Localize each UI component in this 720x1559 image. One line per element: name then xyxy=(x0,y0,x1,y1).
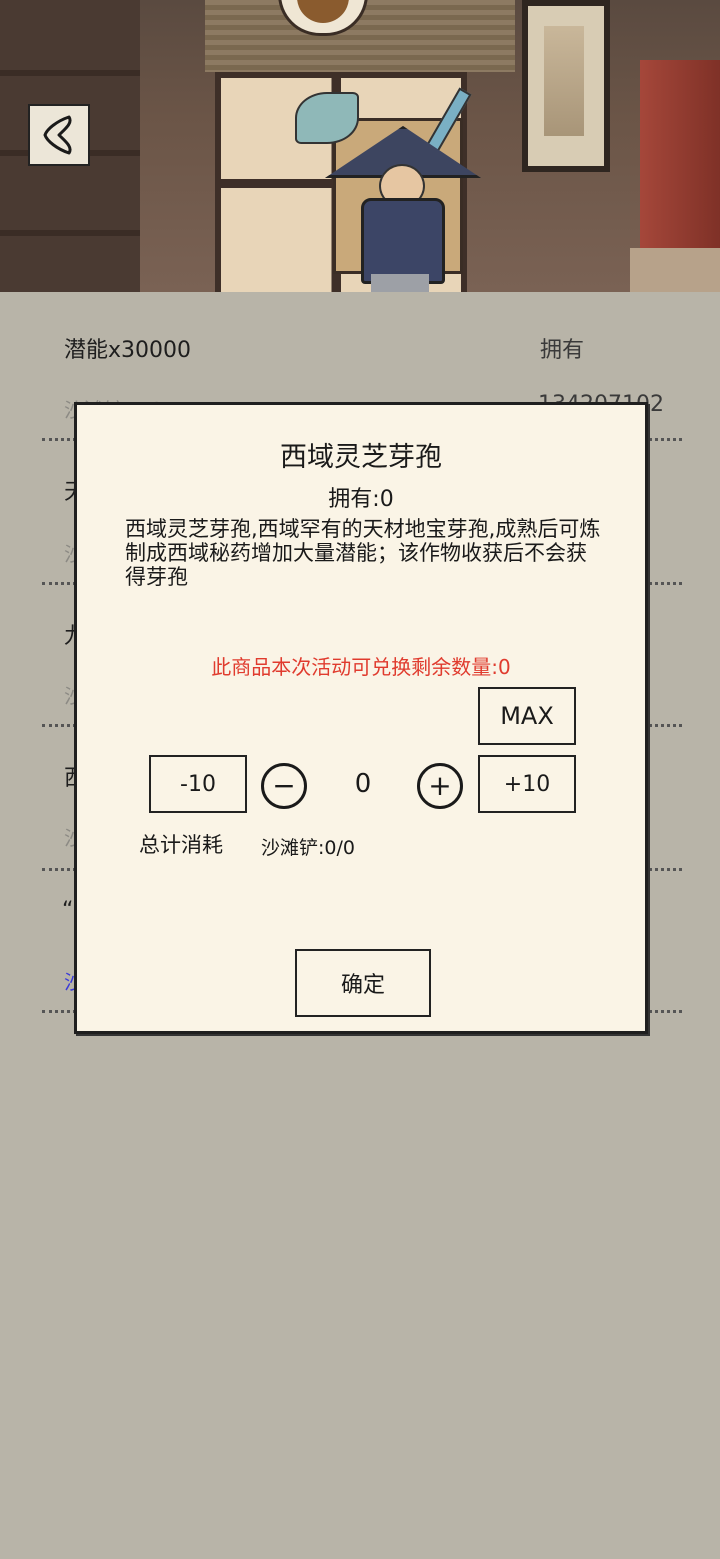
side-table xyxy=(630,248,720,292)
quantity-value: 0 xyxy=(354,769,372,799)
chevron-left-icon xyxy=(43,115,72,155)
header-illustration xyxy=(0,0,720,292)
total-cost-value: 沙滩铲:0/0 xyxy=(261,837,355,859)
minus-circle-icon[interactable]: − xyxy=(261,763,307,809)
item-description: 西域灵芝芽孢,西域罕有的天材地宝芽孢,成熟后可炼制成西域秘药增加大量潜能；该作物… xyxy=(125,517,601,589)
back-button[interactable] xyxy=(28,104,90,166)
owned-header: 拥有 xyxy=(540,338,585,363)
max-button[interactable]: MAX xyxy=(478,687,576,745)
minus-ten-button[interactable]: -10 xyxy=(149,755,247,813)
plus-circle-icon[interactable]: + xyxy=(417,763,463,809)
exchange-dialog: 西域灵芝芽孢 拥有:0 西域灵芝芽孢,西域罕有的天材地宝芽孢,成熟后可炼制成西域… xyxy=(74,402,648,1034)
list-item-title: “ xyxy=(62,898,74,923)
total-cost-label: 总计消耗 xyxy=(139,833,223,857)
remaining-notice: 此商品本次活动可兑换剩余数量:0 xyxy=(211,655,511,679)
list-item-title: 潜能x30000 xyxy=(64,338,192,363)
hanging-scroll xyxy=(522,0,610,172)
plus-ten-button[interactable]: +10 xyxy=(478,755,576,813)
owned-count: 拥有:0 xyxy=(328,487,394,512)
dialog-title: 西域灵芝芽孢 xyxy=(280,442,442,473)
confirm-button[interactable]: 确定 xyxy=(295,949,431,1017)
merchant-character xyxy=(295,78,495,292)
